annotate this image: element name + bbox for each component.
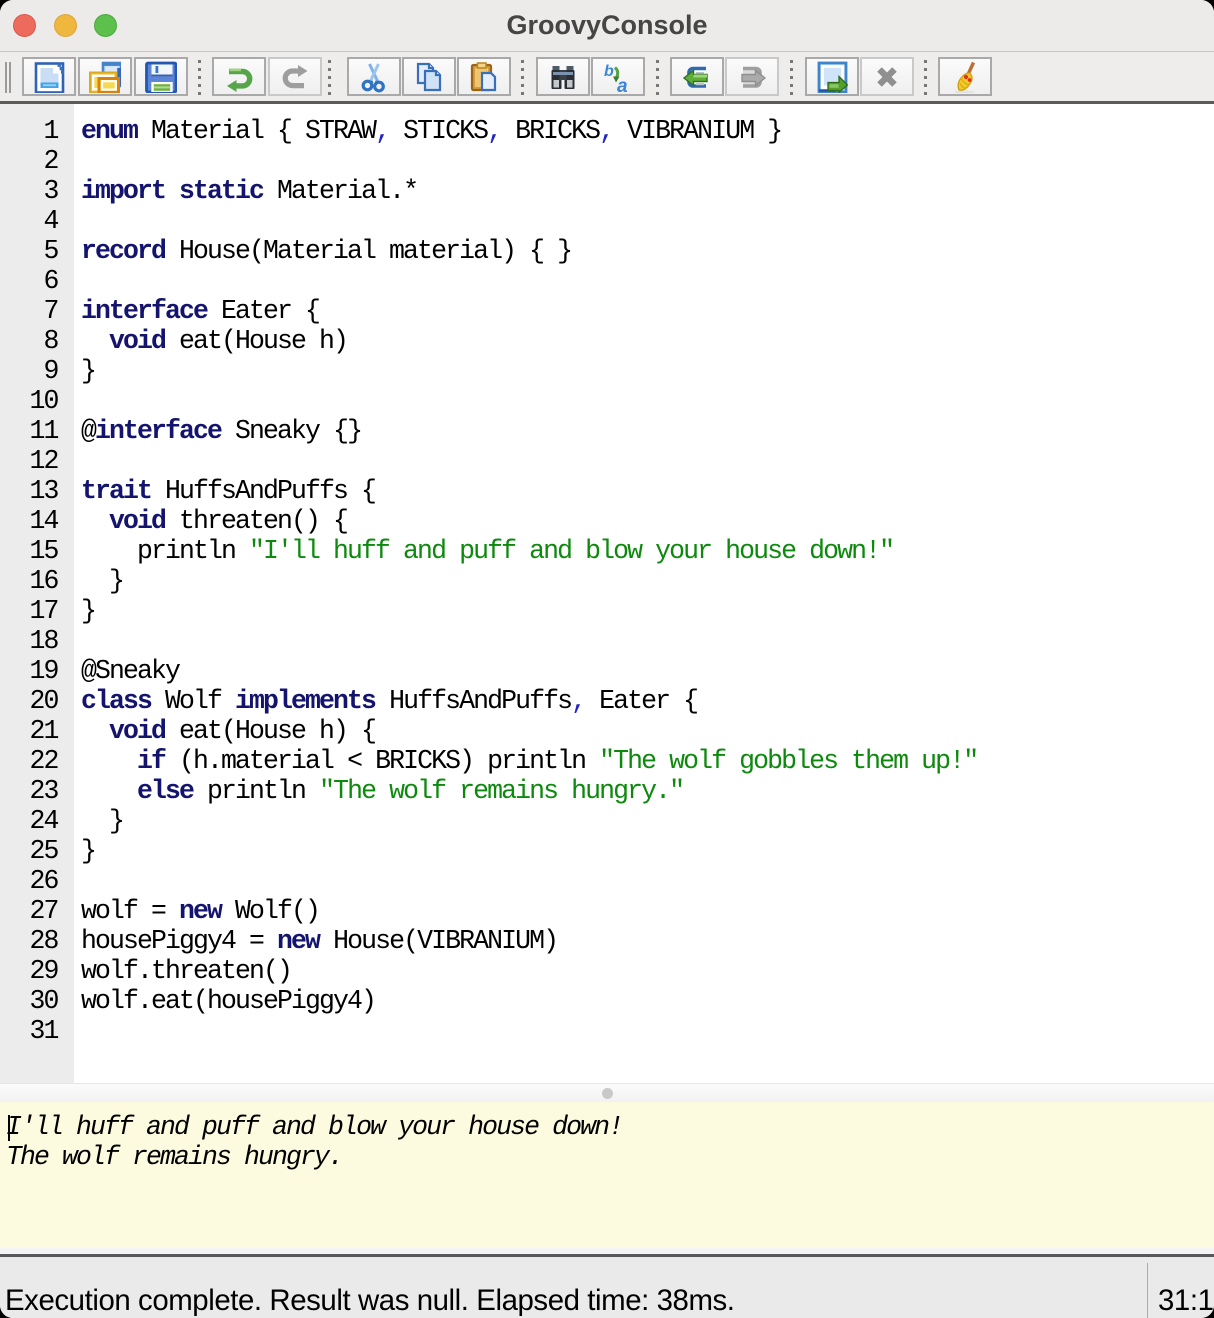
svg-text:a: a — [617, 76, 628, 93]
svg-text:b: b — [604, 63, 614, 80]
